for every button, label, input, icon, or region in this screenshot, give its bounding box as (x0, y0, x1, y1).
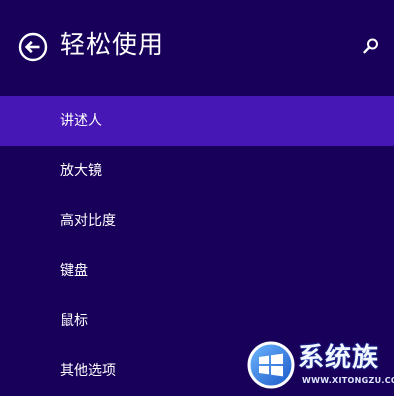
back-arrow-icon (18, 32, 48, 62)
search-icon (363, 38, 378, 54)
watermark-url: WWW.XITONGZU.COM (302, 376, 394, 385)
menu-item-keyboard[interactable]: 键盘 (0, 246, 394, 296)
windows-logo-icon (247, 341, 295, 389)
page-title: 轻松使用 (60, 30, 165, 59)
search-button[interactable] (362, 37, 380, 55)
menu-item-label: 其他选项 (60, 363, 116, 379)
menu-item-label: 鼠标 (60, 313, 88, 329)
menu-item-high-contrast[interactable]: 高对比度 (0, 196, 394, 246)
header: 轻松使用 (0, 0, 394, 96)
watermark-title: 系统族 (298, 343, 380, 373)
menu-item-label: 键盘 (60, 263, 88, 279)
menu-item-label: 放大镜 (60, 163, 102, 179)
menu-item-label: 讲述人 (60, 113, 102, 129)
menu-item-narrator[interactable]: 讲述人 (0, 96, 394, 146)
menu-item-magnifier[interactable]: 放大镜 (0, 146, 394, 196)
menu-item-label: 高对比度 (60, 213, 116, 229)
back-button[interactable] (18, 32, 48, 62)
watermark: 系统族 WWW.XITONGZU.COM (246, 336, 394, 394)
